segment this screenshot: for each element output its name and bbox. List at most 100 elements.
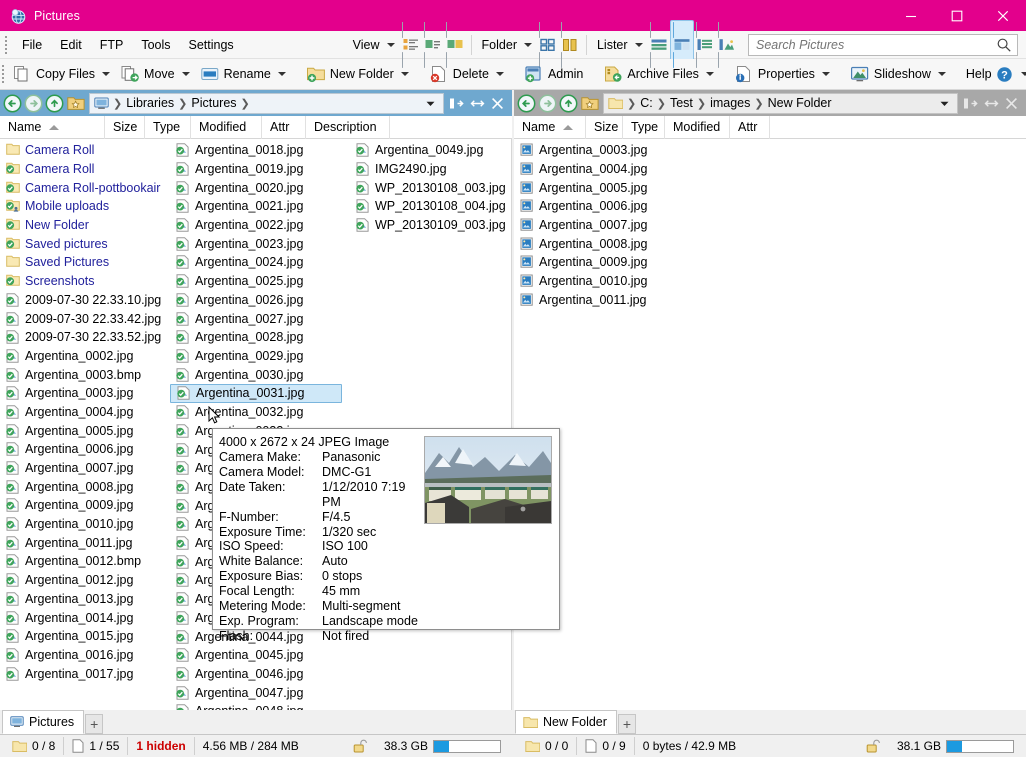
file-row[interactable]: Argentina_0003.bmp (0, 365, 170, 384)
column-header-modified[interactable]: Modified (665, 116, 730, 139)
admin-button[interactable]: Admin (519, 62, 588, 86)
column-header-attr[interactable]: Attr (730, 116, 770, 139)
file-row[interactable]: Argentina_0010.jpg (0, 515, 170, 534)
file-row[interactable]: Argentina_0009.jpg (514, 253, 1026, 272)
right-breadcrumb[interactable]: ❯ C: ❯ Test ❯ images ❯ New Folder (603, 93, 958, 114)
column-header-size[interactable]: Size (105, 116, 145, 139)
file-row[interactable]: Argentina_0010.jpg (514, 272, 1026, 291)
delete-button[interactable]: Delete (424, 62, 509, 86)
column-header-name[interactable]: Name (514, 116, 586, 139)
up-button[interactable] (45, 94, 64, 113)
file-row[interactable]: Argentina_0007.jpg (0, 459, 170, 478)
file-row[interactable]: Argentina_0016.jpg (0, 646, 170, 665)
file-row[interactable]: Argentina_0024.jpg (170, 253, 350, 272)
file-row[interactable]: Argentina_0006.jpg (0, 440, 170, 459)
file-row[interactable]: Argentina_0009.jpg (0, 496, 170, 515)
chevron-down-icon[interactable] (1021, 72, 1026, 76)
file-row[interactable]: Argentina_0011.jpg (514, 291, 1026, 310)
breadcrumb-pictures[interactable]: Pictures (188, 95, 239, 111)
file-row[interactable]: Argentina_0020.jpg (170, 178, 350, 197)
file-row[interactable]: Argentina_0026.jpg (170, 291, 350, 310)
lister-menu-button[interactable]: Lister (592, 33, 648, 57)
breadcrumb-c-drive[interactable]: C: (637, 95, 656, 111)
file-row[interactable]: Argentina_0014.jpg (0, 608, 170, 627)
toolbar-grip-icon[interactable] (2, 34, 10, 56)
favorites-button[interactable] (66, 94, 85, 113)
new-tab-button[interactable]: + (85, 714, 103, 734)
column-header-size[interactable]: Size (586, 116, 623, 139)
file-row[interactable]: 2009-07-30 22.33.10.jpg (0, 291, 170, 310)
breadcrumb-test[interactable]: Test (667, 95, 696, 111)
breadcrumb-dropdown-icon[interactable] (939, 98, 953, 109)
file-row[interactable]: Argentina_0002.jpg (0, 347, 170, 366)
help-button[interactable]: Help ? (961, 62, 1026, 86)
close-button[interactable] (980, 0, 1026, 31)
folder-row[interactable]: Saved Pictures (0, 253, 170, 272)
folder-row[interactable]: Camera Roll (0, 160, 170, 179)
file-row[interactable]: Argentina_0049.jpg (350, 141, 512, 160)
search-icon[interactable] (996, 37, 1012, 53)
file-row[interactable]: Argentina_0031.jpg (170, 384, 342, 403)
favorites-button[interactable] (580, 94, 599, 113)
file-row[interactable]: Argentina_0005.jpg (0, 421, 170, 440)
toolbar-grip-icon[interactable] (2, 63, 4, 85)
new-tab-button[interactable]: + (618, 714, 636, 734)
chevron-down-icon[interactable] (496, 72, 504, 76)
swap-pane-icon[interactable] (984, 97, 999, 110)
file-row[interactable]: Argentina_0012.jpg (0, 571, 170, 590)
menu-ftp[interactable]: FTP (91, 35, 133, 55)
file-row[interactable]: Argentina_0022.jpg (170, 216, 350, 235)
file-row[interactable]: WP_20130108_003.jpg (350, 178, 512, 197)
menu-tools[interactable]: Tools (132, 35, 179, 55)
file-row[interactable]: Argentina_0011.jpg (0, 533, 170, 552)
copy-files-button[interactable]: Copy Files (7, 62, 115, 86)
rename-button[interactable]: Rename (195, 62, 291, 86)
file-row[interactable]: Argentina_0006.jpg (514, 197, 1026, 216)
file-row[interactable]: Argentina_0030.jpg (170, 365, 350, 384)
file-row[interactable]: Argentina_0029.jpg (170, 347, 350, 366)
folder-row[interactable]: Screenshots (0, 272, 170, 291)
file-row[interactable]: 2009-07-30 22.33.52.jpg (0, 328, 170, 347)
file-row[interactable]: Argentina_0021.jpg (170, 197, 350, 216)
file-row[interactable]: IMG2490.jpg (350, 160, 512, 179)
swap-pane-icon[interactable] (470, 97, 485, 110)
file-row[interactable]: Argentina_0004.jpg (0, 403, 170, 422)
chevron-down-icon[interactable] (278, 72, 286, 76)
file-row[interactable]: Argentina_0025.jpg (170, 272, 350, 291)
file-row[interactable]: Argentina_0045.jpg (170, 646, 350, 665)
folder-row[interactable]: Camera Roll (0, 141, 170, 160)
folder-row[interactable]: New Folder (0, 216, 170, 235)
breadcrumb-new-folder[interactable]: New Folder (765, 95, 835, 111)
file-row[interactable]: Argentina_0003.jpg (514, 141, 1026, 160)
back-button[interactable] (3, 94, 22, 113)
status-lock[interactable] (858, 736, 889, 756)
view-menu-button[interactable]: View (348, 33, 400, 57)
chevron-down-icon[interactable] (706, 72, 714, 76)
minimize-button[interactable] (888, 0, 934, 31)
forward-button[interactable] (538, 94, 557, 113)
chevron-down-icon[interactable] (401, 72, 409, 76)
file-row[interactable]: Argentina_0018.jpg (170, 141, 350, 160)
file-row[interactable]: Argentina_0017.jpg (0, 664, 170, 683)
split-pane-icon[interactable] (963, 97, 978, 110)
file-row[interactable]: Argentina_0008.jpg (0, 477, 170, 496)
file-row[interactable]: Argentina_0047.jpg (170, 683, 350, 702)
file-row[interactable]: Argentina_0019.jpg (170, 160, 350, 179)
breadcrumb-libraries[interactable]: Libraries (123, 95, 177, 111)
file-row[interactable]: WP_20130109_003.jpg (350, 216, 512, 235)
breadcrumb-images[interactable]: images (707, 95, 753, 111)
file-row[interactable]: Argentina_0007.jpg (514, 216, 1026, 235)
new-folder-button[interactable]: New Folder (301, 62, 414, 86)
split-pane-icon[interactable] (449, 97, 464, 110)
properties-button[interactable]: Properties (729, 62, 835, 86)
file-row[interactable]: Argentina_0003.jpg (0, 384, 170, 403)
file-row[interactable]: Argentina_0027.jpg (170, 309, 350, 328)
chevron-down-icon[interactable] (822, 72, 830, 76)
slideshow-button[interactable]: Slideshow (845, 62, 951, 86)
chevron-down-icon[interactable] (938, 72, 946, 76)
maximize-button[interactable] (934, 0, 980, 31)
close-pane-icon[interactable] (491, 97, 504, 110)
folder-row[interactable]: Mobile uploads (0, 197, 170, 216)
close-pane-icon[interactable] (1005, 97, 1018, 110)
file-row[interactable]: Argentina_0012.bmp (0, 552, 170, 571)
